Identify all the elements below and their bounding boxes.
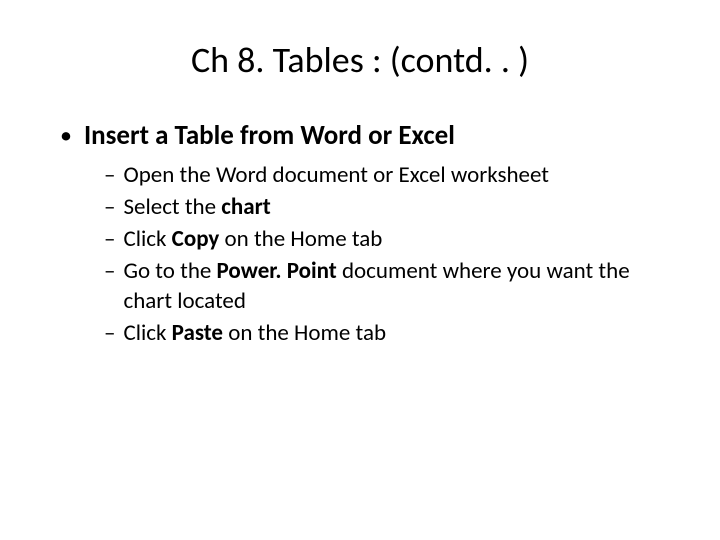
- list-item: – Click Paste on the Home tab: [104, 318, 670, 348]
- dash-icon: –: [104, 192, 115, 222]
- list-item-text: Open the Word document or Excel workshee…: [123, 160, 549, 190]
- bullet-level-1: • Insert a Table from Word or Excel: [60, 120, 670, 152]
- list-item-text: Go to the Power. Point document where yo…: [123, 256, 670, 316]
- list-item: – Open the Word document or Excel worksh…: [104, 160, 670, 190]
- list-item-text: Select the chart: [123, 192, 270, 222]
- dash-icon: –: [104, 256, 115, 316]
- list-item: – Go to the Power. Point document where …: [104, 256, 670, 316]
- list-item: – Click Copy on the Home tab: [104, 224, 670, 254]
- dash-icon: –: [104, 224, 115, 254]
- list-item-text: Click Copy on the Home tab: [123, 224, 382, 254]
- list-item-text: Click Paste on the Home tab: [123, 318, 386, 348]
- list-item: – Select the chart: [104, 192, 670, 222]
- dash-icon: –: [104, 318, 115, 348]
- bullet-l1-text: Insert a Table from Word or Excel: [84, 120, 455, 152]
- slide-title: Ch 8. Tables : (contd. . ): [50, 38, 670, 82]
- dash-icon: –: [104, 160, 115, 190]
- sub-bullet-list: – Open the Word document or Excel worksh…: [104, 160, 670, 348]
- bullet-dot-icon: •: [60, 120, 72, 152]
